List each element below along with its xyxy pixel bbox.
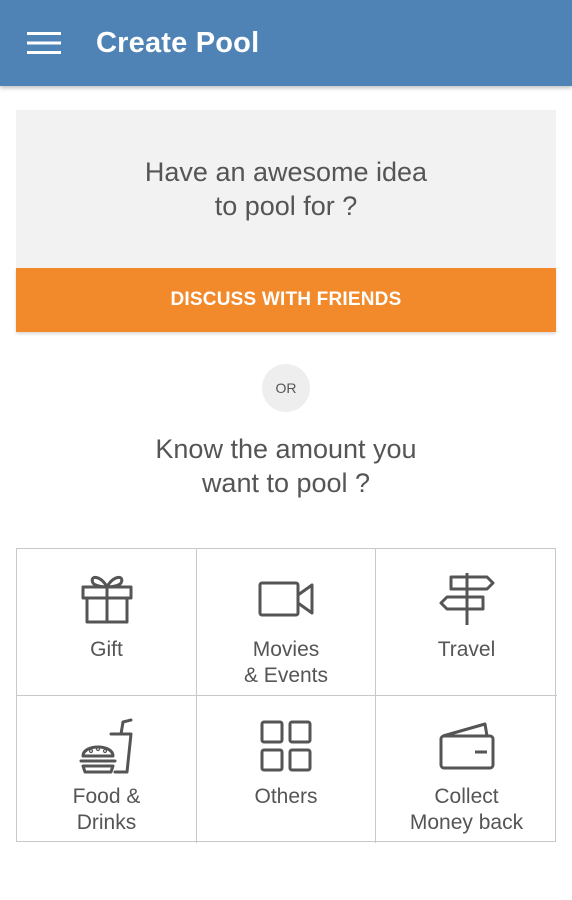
page-title: Create Pool bbox=[96, 26, 260, 59]
or-divider-badge: OR bbox=[262, 364, 310, 412]
category-grid: Gift Movies & Events Travel Food & Drink… bbox=[16, 548, 557, 843]
category-food-label-line-2: Drinks bbox=[76, 811, 137, 834]
category-gift-label-line-1: Gift bbox=[90, 638, 123, 661]
gift-icon bbox=[77, 569, 137, 629]
category-food-drinks[interactable]: Food & Drinks bbox=[17, 696, 197, 843]
category-collect-label-line-1: Collect bbox=[434, 785, 499, 808]
video-camera-icon bbox=[256, 569, 316, 629]
category-travel-label-line-1: Travel bbox=[437, 638, 496, 661]
idea-text-line-2: to pool for ? bbox=[214, 191, 358, 221]
burger-drink-icon bbox=[77, 716, 137, 776]
hamburger-menu-icon bbox=[27, 32, 61, 54]
category-gift[interactable]: Gift bbox=[17, 549, 197, 696]
idea-text-line-1: Have an awesome idea bbox=[144, 157, 428, 187]
category-food-label-line-1: Food & bbox=[72, 785, 141, 808]
category-movies-events[interactable]: Movies & Events bbox=[197, 549, 376, 696]
grid-icon bbox=[256, 716, 316, 776]
signpost-icon bbox=[437, 569, 497, 629]
category-collect-label-line-2: Money back bbox=[409, 811, 524, 834]
discuss-with-friends-button[interactable]: DISCUSS WITH FRIENDS bbox=[16, 268, 556, 332]
wallet-icon bbox=[437, 716, 497, 776]
know-text-line-2: want to pool ? bbox=[201, 468, 371, 498]
know-amount-heading: Know the amount you want to pool ? bbox=[0, 432, 572, 500]
know-text-line-1: Know the amount you bbox=[155, 434, 417, 464]
category-travel[interactable]: Travel bbox=[376, 549, 557, 696]
app-bar: Create Pool bbox=[0, 0, 572, 86]
category-others[interactable]: Others bbox=[197, 696, 376, 843]
category-movies-label-line-2: & Events bbox=[243, 664, 329, 687]
menu-button[interactable] bbox=[0, 0, 88, 86]
category-others-label-line-1: Others bbox=[254, 785, 318, 808]
category-collect-money-back[interactable]: Collect Money back bbox=[376, 696, 557, 843]
category-movies-label-line-1: Movies bbox=[252, 638, 320, 661]
idea-card: Have an awesome idea to pool for ? bbox=[16, 110, 556, 268]
